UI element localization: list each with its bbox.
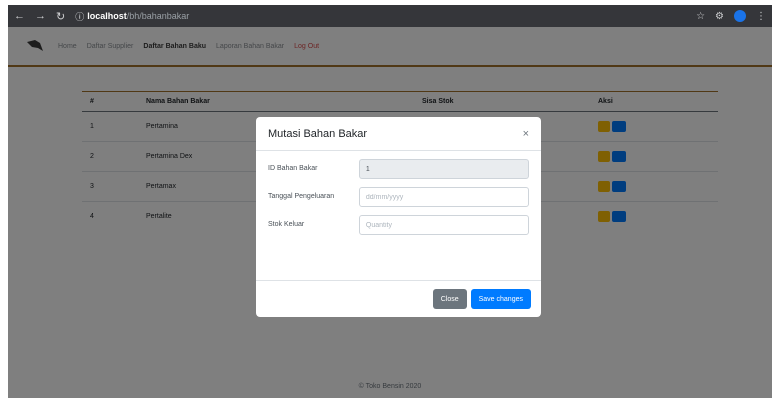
address-bar[interactable]: ⓘ localhost /bh/bahanbakar	[75, 10, 189, 23]
form-row-stock: Stok Keluar	[268, 215, 529, 235]
stock-label: Stok Keluar	[268, 221, 305, 228]
info-icon: ⓘ	[75, 11, 85, 22]
profile-avatar[interactable]	[734, 10, 746, 22]
modal-header: Mutasi Bahan Bakar ×	[256, 117, 541, 151]
reload-icon[interactable]: ↻	[56, 10, 65, 23]
form-row-id: ID Bahan Bakar 1	[268, 159, 529, 179]
form-row-date: Tanggal Pengeluaran	[268, 187, 529, 207]
modal-body: ID Bahan Bakar 1 Tanggal Pengeluaran Sto…	[256, 151, 541, 251]
stock-input[interactable]	[358, 215, 529, 235]
star-icon[interactable]: ☆	[696, 11, 705, 22]
close-icon[interactable]: ×	[523, 128, 529, 140]
id-label: ID Bahan Bakar	[268, 165, 318, 172]
extension-icon[interactable]: ⚙	[715, 11, 724, 22]
save-button[interactable]: Save changes	[470, 289, 531, 309]
close-button[interactable]: Close	[432, 289, 467, 309]
modal-footer: Close Save changes	[256, 280, 541, 317]
id-field: 1	[358, 159, 529, 179]
forward-icon[interactable]: →	[35, 10, 46, 23]
date-label: Tanggal Pengeluaran	[268, 193, 335, 200]
modal-title: Mutasi Bahan Bakar	[268, 127, 368, 140]
date-input[interactable]	[358, 187, 529, 207]
url-path: /bh/bahanbakar	[126, 11, 190, 21]
mutasi-modal: Mutasi Bahan Bakar × ID Bahan Bakar 1 Ta…	[256, 117, 541, 317]
back-icon[interactable]: ←	[14, 10, 25, 23]
browser-toolbar: ← → ↻ ⓘ localhost /bh/bahanbakar ☆ ⚙ ⋮	[8, 5, 772, 27]
menu-icon[interactable]: ⋮	[756, 11, 766, 22]
url-host: localhost	[87, 11, 127, 21]
